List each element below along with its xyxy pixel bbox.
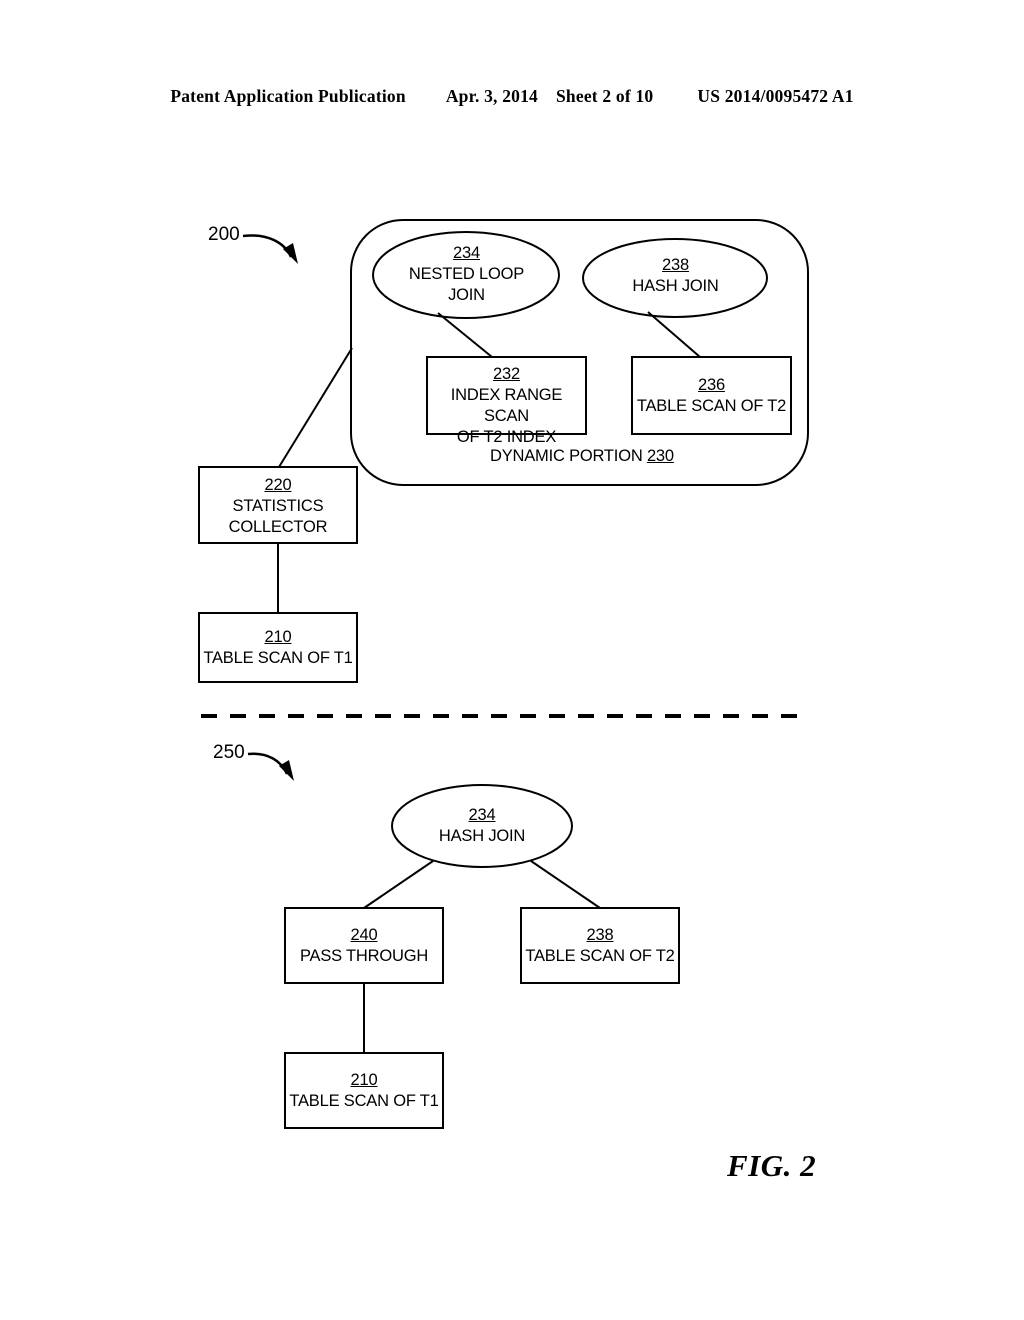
connector-hash-join-to-table-scan-t2-bottom <box>530 860 601 909</box>
lead-line-250 <box>247 752 289 775</box>
connector-nested-loop-to-index-range-scan <box>437 312 493 358</box>
connector-hash-join-to-table-scan-t2 <box>647 311 701 358</box>
node-table-scan-t2 <box>631 356 792 435</box>
node-table-scan-t1-bottom <box>284 1052 444 1129</box>
label-dynamic-portion-text: DYNAMIC PORTION <box>490 447 643 465</box>
reference-numeral-250: 250 <box>213 742 245 763</box>
node-table-scan-t2-bottom <box>520 907 680 984</box>
lead-line-200 <box>242 234 293 258</box>
connector-statistics-to-dynamic-portion <box>278 347 353 468</box>
node-hash-join <box>582 238 768 318</box>
connector-hash-join-to-pass-through <box>363 860 434 909</box>
figure-drawing-canvas <box>198 219 810 1129</box>
reference-numeral-200: 200 <box>208 224 240 245</box>
node-pass-through <box>284 907 444 984</box>
label-dynamic-portion-ref: 230 <box>646 447 674 465</box>
lead-arrowhead-200 <box>283 243 298 264</box>
label-dynamic-portion: DYNAMIC PORTION 230 <box>490 447 674 466</box>
node-nested-loop-join <box>372 231 560 319</box>
node-index-range-scan <box>426 356 587 435</box>
node-statistics-collector <box>198 466 358 544</box>
node-hash-join-bottom <box>391 784 573 868</box>
lead-arrowhead-250 <box>279 760 294 781</box>
node-table-scan-t1 <box>198 612 358 683</box>
figure-caption: FIG. 2 <box>727 1148 817 1183</box>
